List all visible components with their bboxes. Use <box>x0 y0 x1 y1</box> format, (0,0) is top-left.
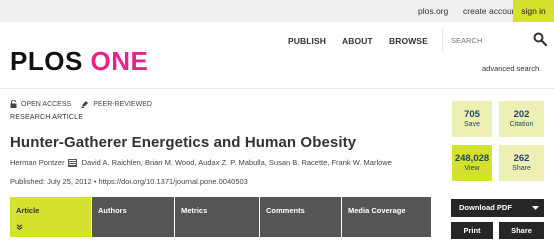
author-first[interactable]: Herman Pontzer <box>10 158 65 167</box>
tab-article-label: Article <box>16 206 40 215</box>
tab-media-coverage-label: Media Coverage <box>348 206 406 215</box>
open-access-label[interactable]: OPEN ACCESS <box>21 101 71 108</box>
create-account-link[interactable]: create account <box>463 0 519 22</box>
metric-save-label: Save <box>464 121 480 128</box>
access-badges: OPEN ACCESS PEER-REVIEWED <box>10 100 152 108</box>
email-icon[interactable] <box>67 158 77 167</box>
top-utility-bar: plos.org create account sign in <box>0 0 554 22</box>
plos-org-link[interactable]: plos.org <box>418 0 448 22</box>
print-button[interactable]: Print <box>451 222 493 239</box>
logo-plos-text: PLOS <box>10 46 83 76</box>
tab-media-coverage[interactable]: Media Coverage <box>342 197 431 237</box>
metric-citation-value: 202 <box>513 109 530 120</box>
metric-save-value: 705 <box>464 109 480 120</box>
metric-share-value: 262 <box>513 153 530 164</box>
caret-down-icon[interactable] <box>532 206 539 210</box>
tab-comments-label: Comments <box>266 206 305 215</box>
author-list: Herman Pontzer David A. Raichlen, Brian … <box>10 158 392 167</box>
article-type-label: RESEARCH ARTICLE <box>10 114 84 121</box>
tab-metrics-label: Metrics <box>181 206 208 215</box>
share-button[interactable]: Share <box>499 222 544 239</box>
plos-one-logo[interactable]: PLOS ONE <box>10 46 148 76</box>
tab-metrics[interactable]: Metrics <box>175 197 259 237</box>
published-date: Published: July 25, 2012 <box>10 177 92 186</box>
peer-reviewed-icon <box>81 101 89 108</box>
search-input[interactable] <box>451 33 531 47</box>
metric-view-label: View <box>464 165 480 172</box>
chevron-down-icon <box>16 224 23 230</box>
metric-citation-label: Citation <box>509 121 534 128</box>
tab-authors[interactable]: Authors <box>92 197 174 237</box>
advanced-search-link[interactable]: advanced search <box>482 64 539 73</box>
publication-info: Published: July 25, 2012 • https://doi.o… <box>10 177 248 186</box>
article-tabs: Article Authors Metrics Comments Media C… <box>10 197 432 237</box>
metric-citation[interactable]: 202 Citation <box>499 101 544 137</box>
nav-about[interactable]: ABOUT <box>342 36 373 46</box>
peer-reviewed-label[interactable]: PEER-REVIEWED <box>93 101 152 108</box>
article-title: Hunter-Gatherer Energetics and Human Obe… <box>10 134 357 151</box>
tab-comments[interactable]: Comments <box>260 197 341 237</box>
author-others[interactable]: David A. Raichlen, Brian M. Wood, Audax … <box>82 158 392 167</box>
header-divider <box>0 88 554 89</box>
metric-share[interactable]: 262 Share <box>499 145 544 181</box>
unlock-icon <box>10 100 17 108</box>
doi-link[interactable]: https://doi.org/10.1371/journal.pone.004… <box>99 177 248 186</box>
logo-one-text: ONE <box>90 46 149 76</box>
nav-browse[interactable]: BROWSE <box>389 36 428 46</box>
download-pdf-button[interactable]: Download PDF <box>451 199 544 217</box>
download-pdf-label: Download PDF <box>459 203 512 212</box>
metric-view-value: 248,028 <box>454 153 490 164</box>
metric-save[interactable]: 705 Save <box>452 101 492 137</box>
sign-in-button[interactable]: sign in <box>513 0 554 22</box>
metric-share-label: Share <box>512 165 531 172</box>
tab-authors-label: Authors <box>98 206 127 215</box>
nav-publish[interactable]: PUBLISH <box>288 36 326 46</box>
tab-article[interactable]: Article <box>10 197 91 237</box>
search-icon[interactable] <box>533 32 547 46</box>
metric-view[interactable]: 248,028 View <box>452 145 492 181</box>
